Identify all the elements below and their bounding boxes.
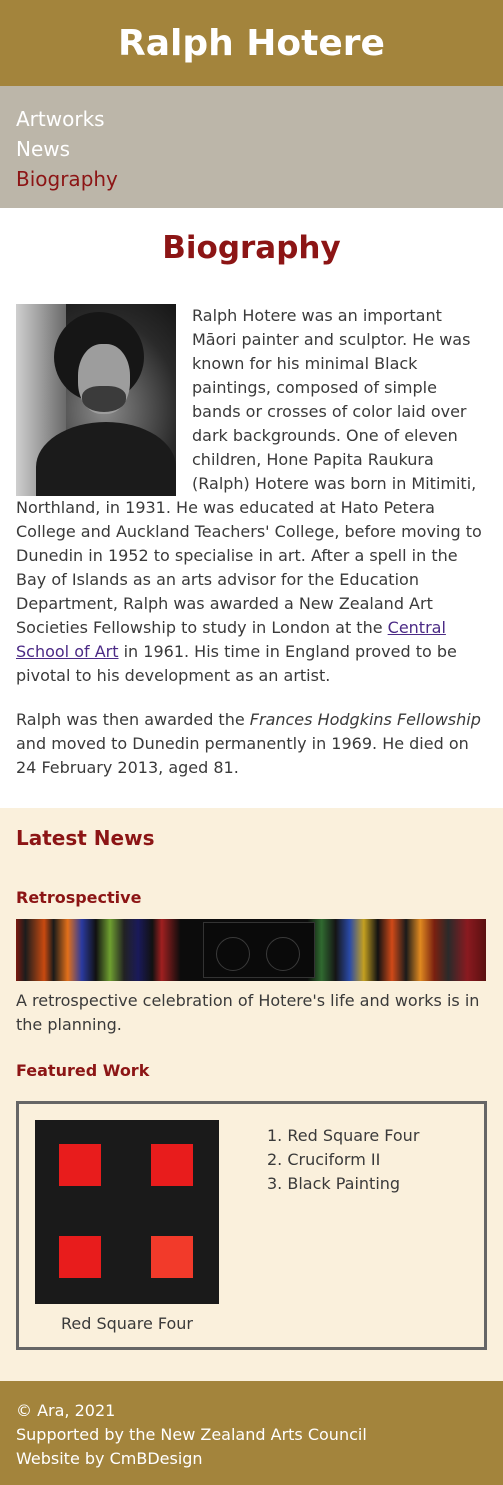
website-credit-text: Website by CmBDesign bbox=[16, 1449, 203, 1468]
supported-by-text: Supported by the New Zealand Arts Counci… bbox=[16, 1425, 367, 1444]
fellowship-name: Frances Hodgkins Fellowship bbox=[249, 710, 481, 729]
list-item: 3. Black Painting bbox=[267, 1174, 401, 1193]
site-header: Ralph Hotere bbox=[0, 0, 503, 86]
main-nav: Artworks News Biography bbox=[0, 86, 503, 208]
ralph-hotere-portrait-image bbox=[16, 304, 176, 496]
red-square-four-painting-image bbox=[35, 1120, 219, 1304]
retrospective-text: A retrospective celebration of Hotere's … bbox=[16, 991, 480, 1034]
copyright-text: © Ara, 2021 bbox=[16, 1401, 116, 1420]
site-footer: © Ara, 2021 Supported by the New Zealand… bbox=[0, 1381, 503, 1485]
featured-work-caption: Red Square Four bbox=[60, 1314, 194, 1333]
biography-paragraph-2: Ralph was then awarded the Frances Hodgk… bbox=[16, 710, 481, 777]
nav-artworks-link[interactable]: Artworks bbox=[16, 104, 487, 134]
featured-work-box: Red Square Four 1. Red Square Four 2. Cr… bbox=[16, 1101, 487, 1350]
list-item: 2. Cruciform II bbox=[267, 1150, 381, 1169]
nav-biography-link[interactable]: Biography bbox=[16, 164, 487, 194]
biography-text: Ralph Hotere was an important Māori pain… bbox=[16, 304, 487, 780]
latest-news-section: Latest News Retrospective A retrospectiv… bbox=[0, 808, 503, 1381]
latest-news-title: Latest News bbox=[16, 826, 155, 850]
featured-work-figure: Red Square Four bbox=[35, 1120, 219, 1347]
retrospective-banner-image bbox=[16, 919, 486, 981]
featured-work-title: Featured Work bbox=[16, 1061, 150, 1080]
biography-title: Biography bbox=[162, 230, 341, 266]
list-item: 1. Red Square Four bbox=[267, 1126, 420, 1145]
retrospective-title: Retrospective bbox=[16, 888, 142, 907]
nav-news-link[interactable]: News bbox=[16, 134, 487, 164]
site-title: Ralph Hotere bbox=[118, 22, 385, 64]
featured-works-list: 1. Red Square Four 2. Cruciform II 3. Bl… bbox=[267, 1124, 419, 1347]
biography-section: Biography Ralph Hotere was an important … bbox=[0, 208, 503, 808]
